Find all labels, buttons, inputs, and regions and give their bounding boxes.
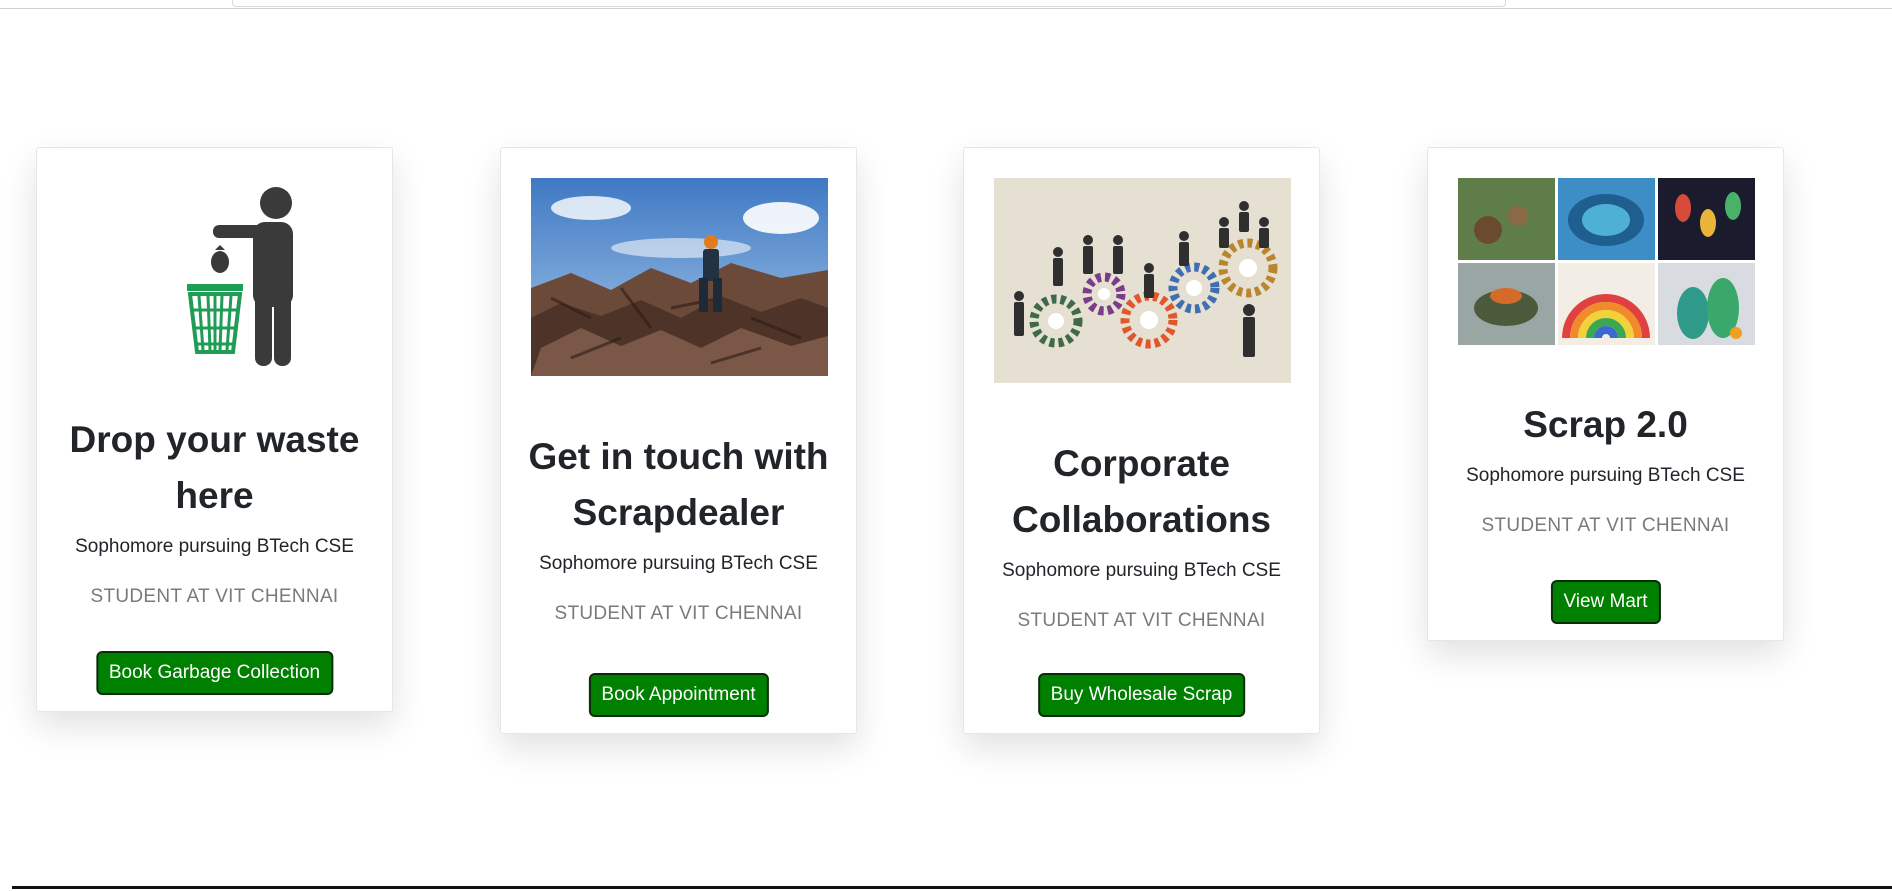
footer-divider <box>12 886 1892 889</box>
card-scrapdealer: Get in touch with Scrapdealer Sophomore … <box>500 147 857 734</box>
card-text: Sophomore pursuing BTech CSE <box>539 553 818 574</box>
card-subtitle: STUDENT AT VIT CHENNAI <box>1017 610 1266 631</box>
card-title: Drop your waste here <box>69 419 360 516</box>
business-gears-illustration <box>994 178 1291 383</box>
card-scrap-2: Scrap 2.0 Sophomore pursuing BTech CSE S… <box>1427 147 1784 641</box>
card-subtitle: STUDENT AT VIT CHENNAI <box>554 603 803 624</box>
card-text: Sophomore pursuing BTech CSE <box>1002 560 1281 581</box>
card-text: Sophomore pursuing BTech CSE <box>1466 465 1745 486</box>
card-drop-waste: Drop your waste here Sophomore pursuing … <box>36 147 393 712</box>
card-text: Sophomore pursuing BTech CSE <box>75 536 354 557</box>
card-subtitle: STUDENT AT VIT CHENNAI <box>90 586 339 607</box>
card-title: Get in touch with Scrapdealer <box>528 436 829 533</box>
card-subtitle: STUDENT AT VIT CHENNAI <box>1481 515 1730 536</box>
browser-top-bar <box>0 0 1892 9</box>
card-title: Corporate Collaborations <box>1011 443 1272 540</box>
waste-bin-person-icon <box>67 178 364 368</box>
address-bar[interactable] <box>232 0 1506 7</box>
view-mart-button[interactable]: View Mart <box>1550 580 1661 624</box>
card-title: Scrap 2.0 <box>1523 404 1688 445</box>
buy-wholesale-scrap-button[interactable]: Buy Wholesale Scrap <box>1037 673 1246 717</box>
book-garbage-collection-button[interactable]: Book Garbage Collection <box>95 651 334 695</box>
scrapyard-worker-photo <box>531 178 828 376</box>
book-appointment-button[interactable]: Book Appointment <box>588 673 769 717</box>
card-corporate: Corporate Collaborations Sophomore pursu… <box>963 147 1320 734</box>
upcycled-crafts-collage <box>1458 178 1755 345</box>
